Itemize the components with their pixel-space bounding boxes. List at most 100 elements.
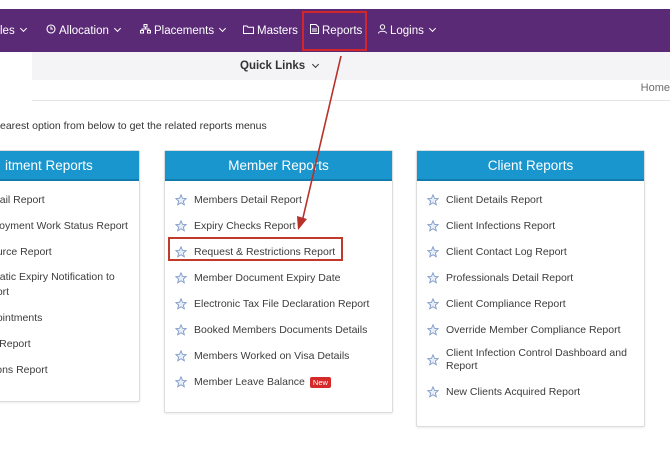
report-link-label: Client Contact Log Report xyxy=(446,245,567,258)
quick-links-bar: Quick Links xyxy=(32,52,670,80)
report-link-label: etail Report xyxy=(0,193,45,206)
report-link[interactable]: pointments xyxy=(0,305,139,331)
report-link[interactable]: etail Report xyxy=(0,187,139,213)
sitemap-icon xyxy=(140,24,151,37)
star-icon xyxy=(427,354,439,366)
folder-icon xyxy=(243,25,254,37)
report-link-label-line: Report xyxy=(446,360,478,372)
report-link-label: port xyxy=(0,285,10,298)
nav-item-label: Logins xyxy=(390,24,424,37)
star-icon xyxy=(427,386,439,398)
user-icon xyxy=(378,24,387,37)
report-link[interactable]: Client Contact Log Report xyxy=(427,239,644,265)
report-link-label: Booked Members Documents Details xyxy=(194,323,368,336)
report-link[interactable]: Members Worked on Visa Details xyxy=(175,343,392,369)
chevron-down-icon xyxy=(113,24,121,33)
report-link-label: Electronic Tax File Declaration Report xyxy=(194,297,370,310)
star-icon xyxy=(175,194,187,206)
report-link[interactable]: Client Infection Control Dashboard and R… xyxy=(427,343,644,377)
report-link-label-line: Client Infection Control Dashboard and xyxy=(446,347,627,359)
window-top-strip xyxy=(0,0,670,9)
report-link-label: Member Document Expiry Date xyxy=(194,271,341,284)
report-link-label: y Report xyxy=(0,337,31,350)
report-link-label: ployment Work Status Report xyxy=(0,219,128,232)
report-link-label: Override Member Compliance Report xyxy=(446,323,621,336)
report-link[interactable]: Client Details Report xyxy=(427,187,644,213)
report-link-label: New Clients Acquired Report xyxy=(446,385,581,398)
quick-links-label: Quick Links xyxy=(240,60,306,72)
reports-nav-highlight-box xyxy=(302,11,367,51)
report-link[interactable]: Client Infections Report xyxy=(427,213,644,239)
nav-item-label: Placements xyxy=(154,24,215,37)
nav-item-label: Allocation xyxy=(59,24,109,37)
breadcrumb-home-link[interactable]: Home xyxy=(641,82,670,94)
divider xyxy=(32,100,670,101)
report-link[interactable]: Override Member Compliance Report xyxy=(427,317,644,343)
chevron-down-icon xyxy=(428,24,436,33)
report-link[interactable]: Booked Members Documents Details xyxy=(175,317,392,343)
report-link[interactable]: Member Document Expiry Date xyxy=(175,265,392,291)
report-link[interactable]: Professionals Detail Report xyxy=(427,265,644,291)
chevron-down-icon xyxy=(19,24,27,33)
member-reports-card: Member Reports Members Detail Report Exp… xyxy=(164,150,393,413)
report-link[interactable]: Expiry Checks Report xyxy=(175,213,392,239)
report-link-label: Members Detail Report xyxy=(194,193,302,206)
star-icon xyxy=(427,324,439,336)
report-link-label: Client Infection Control Dashboard and R… xyxy=(446,347,627,373)
nav-item-logins[interactable]: Logins xyxy=(378,9,436,52)
star-icon xyxy=(427,246,439,258)
report-link[interactable]: y Report xyxy=(0,331,139,357)
report-link[interactable]: Members Detail Report xyxy=(175,187,392,213)
report-link[interactable]: New Clients Acquired Report xyxy=(427,377,644,407)
report-link-label: Client Infections Report xyxy=(446,219,556,232)
left-gutter xyxy=(0,52,32,112)
nav-item-label: Masters xyxy=(257,24,298,37)
card-title: itment Reports xyxy=(0,151,139,181)
nav-item-label: les xyxy=(0,24,15,37)
report-link-label: Expiry Checks Report xyxy=(194,219,296,232)
report-link[interactable]: Member Leave Balance New xyxy=(175,369,392,395)
report-link-label: Member Leave Balance xyxy=(194,375,305,388)
report-link-label: pointments xyxy=(0,311,43,324)
report-link[interactable]: matic Expiry Notification to xyxy=(0,270,139,284)
star-icon xyxy=(175,220,187,232)
card-title: Client Reports xyxy=(417,151,644,181)
report-link-label: tions Report xyxy=(0,363,48,376)
report-link[interactable]: tions Report xyxy=(0,357,139,383)
star-icon xyxy=(427,272,439,284)
report-link[interactable]: port xyxy=(0,284,139,300)
report-link-label: Client Details Report xyxy=(446,193,543,206)
star-icon xyxy=(175,324,187,336)
breadcrumb: Home xyxy=(641,82,670,94)
report-link-label: Members Worked on Visa Details xyxy=(194,349,350,362)
nav-item-allocation[interactable]: Allocation xyxy=(46,9,121,52)
report-link-label: ource Report xyxy=(0,245,52,258)
report-link-label: Professionals Detail Report xyxy=(446,271,574,284)
chevron-down-icon xyxy=(219,24,227,33)
report-link[interactable]: ource Report xyxy=(0,239,139,265)
star-icon xyxy=(427,298,439,310)
star-icon xyxy=(175,272,187,284)
clock-icon xyxy=(46,24,56,37)
quick-links-toggle[interactable]: Quick Links xyxy=(240,52,320,80)
recruitment-reports-card: itment Reports etail Report ployment Wor… xyxy=(0,150,140,402)
report-link[interactable]: Client Compliance Report xyxy=(427,291,644,317)
instruction-text: earest option from below to get the rela… xyxy=(0,120,267,132)
request-restrictions-highlight-box xyxy=(168,237,343,261)
card-title: Member Reports xyxy=(165,151,392,181)
report-link[interactable]: ployment Work Status Report xyxy=(0,213,139,239)
client-reports-card: Client Reports Client Details Report Cli… xyxy=(416,150,645,427)
nav-item-truncated[interactable]: les xyxy=(0,9,27,52)
star-icon xyxy=(427,220,439,232)
star-icon xyxy=(175,350,187,362)
star-icon xyxy=(427,194,439,206)
nav-item-masters[interactable]: Masters xyxy=(243,9,298,52)
new-badge: New xyxy=(309,376,331,388)
star-icon xyxy=(175,298,187,310)
report-link[interactable]: Electronic Tax File Declaration Report xyxy=(175,291,392,317)
report-link-label: Client Compliance Report xyxy=(446,297,566,310)
chevron-down-icon xyxy=(312,60,320,68)
report-link-label: matic Expiry Notification to xyxy=(0,270,115,283)
star-icon xyxy=(175,376,187,388)
nav-item-placements[interactable]: Placements xyxy=(140,9,227,52)
